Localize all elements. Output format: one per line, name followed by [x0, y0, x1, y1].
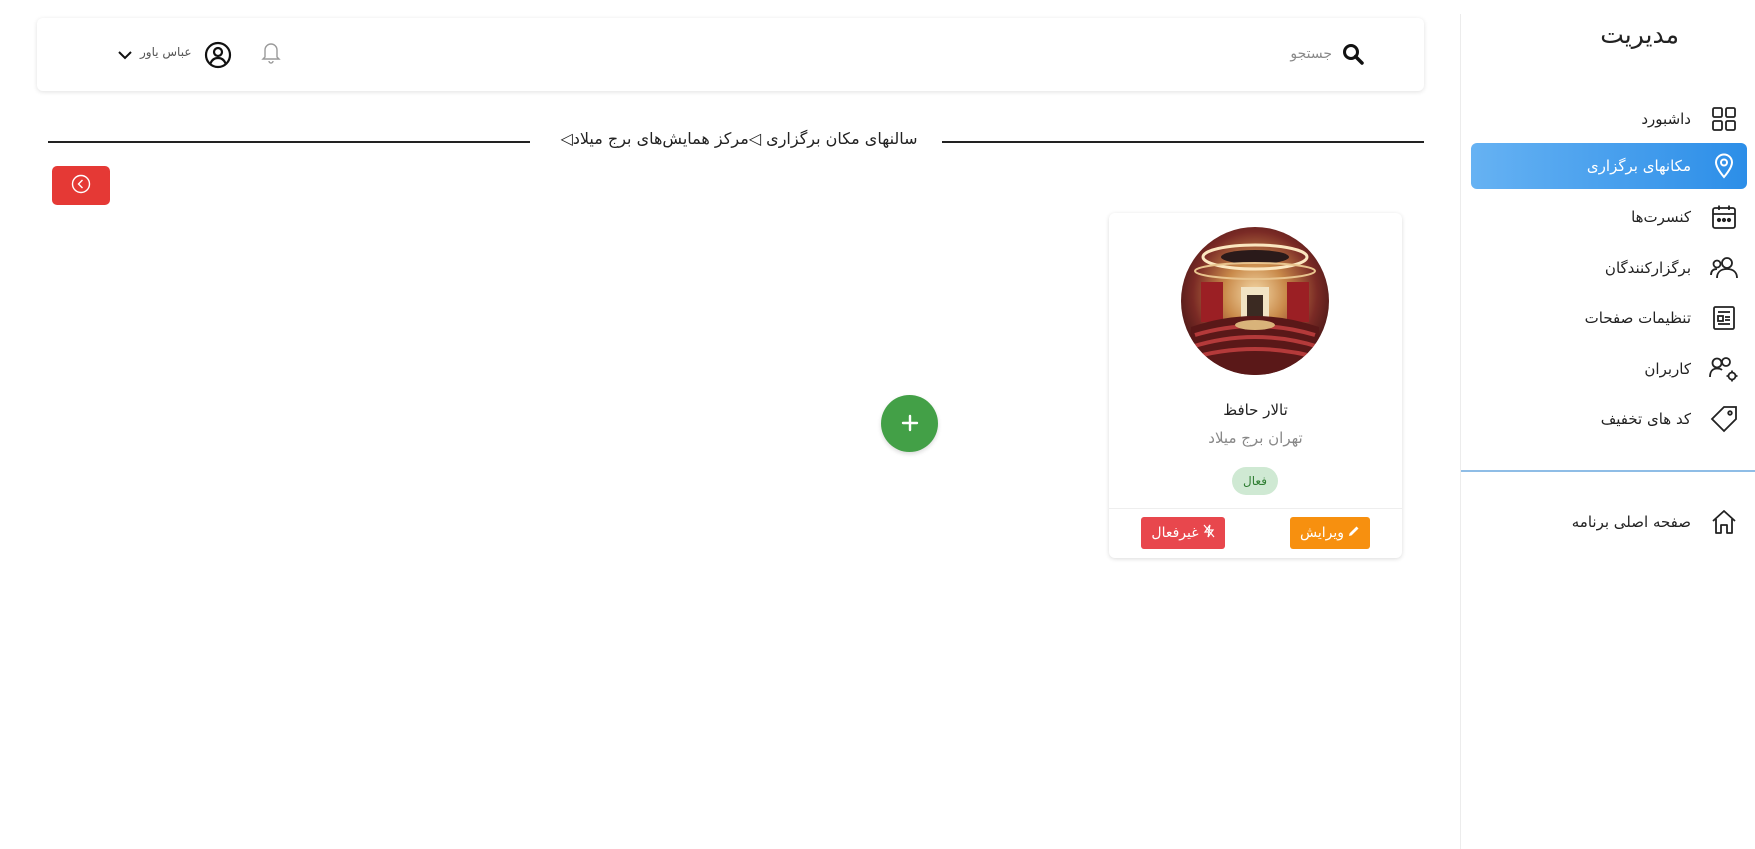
sidebar-item-organizers[interactable]: برگزارکنندگان	[1471, 245, 1747, 291]
sidebar-item-discount-codes[interactable]: کد های تخفیف	[1471, 396, 1747, 442]
search-icon[interactable]	[1342, 43, 1364, 65]
sidebar-item-label: کاربران	[1644, 360, 1691, 378]
status-badge: فعال	[1232, 467, 1278, 495]
sidebar-item-concerts[interactable]: کنسرت‌ها	[1471, 194, 1747, 240]
edit-button[interactable]: ویرایش	[1290, 517, 1370, 549]
sidebar-item-label: صفحه اصلی برنامه	[1571, 513, 1691, 531]
top-header: عباس یاور	[37, 18, 1424, 91]
dashboard-grid-icon	[1709, 104, 1739, 134]
disable-button-label: غیرفعال	[1151, 525, 1199, 541]
organizers-icon	[1709, 253, 1739, 283]
edit-button-label: ویرایش	[1299, 525, 1345, 541]
search-input[interactable]	[1112, 40, 1332, 68]
hall-image	[1181, 227, 1329, 375]
calendar-icon	[1709, 202, 1739, 232]
title-divider-left	[48, 141, 530, 143]
sidebar-item-label: تنظیمات صفحات	[1584, 309, 1691, 327]
tag-icon	[1709, 404, 1739, 434]
sidebar-item-users[interactable]: کاربران	[1471, 346, 1747, 392]
sidebar-item-label: مکانهای برگزاری	[1586, 157, 1691, 175]
title-divider-right	[942, 141, 1424, 143]
user-avatar-icon[interactable]	[204, 41, 232, 69]
back-button[interactable]	[52, 166, 110, 205]
hall-name: تالار حافظ	[1223, 401, 1288, 419]
chevron-down-icon[interactable]	[117, 46, 133, 60]
sidebar-item-home[interactable]: صفحه اصلی برنامه	[1471, 499, 1747, 545]
disable-button[interactable]: غیرفعال	[1141, 517, 1225, 549]
plus-icon	[901, 409, 919, 439]
sidebar-item-page-settings[interactable]: تنظیمات صفحات	[1471, 295, 1747, 341]
sidebar-item-venues[interactable]: مکانهای برگزاری	[1471, 143, 1747, 189]
sidebar-item-label: برگزارکنندگان	[1604, 259, 1691, 277]
hall-card: تالار حافظ تهران برج میلاد فعال ویرایش غ…	[1109, 213, 1402, 558]
home-icon	[1709, 507, 1739, 537]
sidebar: مدیریت داشبورد مکانهای برگزاری کنسرت‌ها …	[1460, 14, 1755, 849]
sidebar-item-dashboard[interactable]: داشبورد	[1471, 96, 1747, 142]
pencil-icon	[1348, 525, 1360, 541]
location-pin-icon	[1709, 151, 1739, 181]
sidebar-divider	[1461, 470, 1755, 472]
sidebar-item-label: کد های تخفیف	[1600, 410, 1691, 428]
page-settings-icon	[1709, 303, 1739, 333]
users-gear-icon	[1709, 354, 1739, 384]
hall-location: تهران برج میلاد	[1208, 429, 1303, 447]
add-hall-button[interactable]	[881, 395, 938, 452]
page-title-row: سالنهای مکان برگزاری ◁مرکز همایش‌های برج…	[48, 126, 1424, 156]
sidebar-item-label: کنسرت‌ها	[1631, 208, 1691, 226]
sidebar-item-label: داشبورد	[1641, 110, 1691, 128]
page-title: سالنهای مکان برگزاری ◁مرکز همایش‌های برج…	[560, 129, 918, 148]
lightning-off-icon	[1203, 524, 1215, 542]
card-divider	[1109, 508, 1402, 509]
sidebar-title: مدیریت	[1600, 20, 1679, 49]
notification-bell-icon[interactable]	[260, 40, 284, 66]
user-name[interactable]: عباس یاور	[140, 45, 192, 59]
circle-chevron-left-icon	[71, 174, 91, 197]
